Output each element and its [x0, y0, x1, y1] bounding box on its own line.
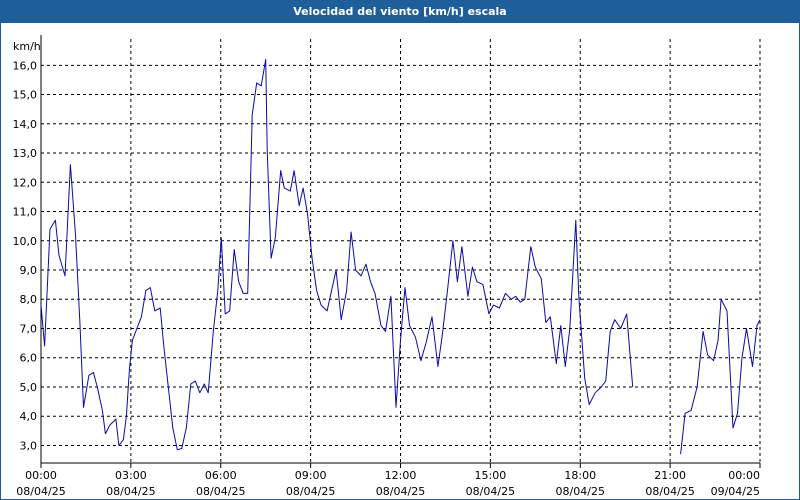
x-tick-date-label: 08/04/25: [286, 485, 335, 498]
y-tick-label: 11,0: [13, 206, 38, 219]
y-tick-label: 16,0: [13, 59, 38, 72]
y-tick-label: 4,0: [20, 410, 38, 423]
y-tick-label: 14,0: [13, 118, 38, 131]
x-tick-date-label: 08/04/25: [556, 485, 605, 498]
x-tick-date-label: 08/04/25: [376, 485, 425, 498]
y-tick-label: 8,0: [20, 293, 38, 306]
y-tick-label: 15,0: [13, 89, 38, 102]
y-tick-label: 13,0: [13, 147, 38, 160]
x-tick-date-label: 08/04/25: [466, 485, 515, 498]
x-tick-time-label: 09:00: [295, 469, 327, 482]
y-tick-label: 12,0: [13, 176, 38, 189]
x-tick-time-label: 00:00: [728, 469, 760, 482]
y-axis-unit-label: km/h: [13, 40, 41, 53]
x-tick-date-label: 08/04/25: [16, 485, 65, 498]
y-tick-label: 10,0: [13, 235, 38, 248]
wind-speed-chart: 3,0 4,0 5,0 6,0 7,0 8,0 9,0 10,0 11,0 12,0 13,0 14,…: [13, 35, 761, 498]
x-tick-time-label: 18:00: [564, 469, 596, 482]
y-tick-label: 5,0: [20, 381, 38, 394]
y-tick-label: 9,0: [20, 264, 38, 277]
wind-speed-line: [680, 298, 761, 455]
wind-speed-line: [40, 59, 634, 451]
x-tick-time-label: 12:00: [385, 469, 417, 482]
x-tick-time-label: 03:00: [115, 469, 147, 482]
y-tick-label: 3,0: [20, 439, 38, 452]
window-title: Velocidad del viento [km/h] escala: [1, 1, 799, 23]
x-tick-date-label: 08/04/25: [106, 485, 155, 498]
y-tick-label: 6,0: [20, 352, 38, 365]
chart-window: Velocidad del viento [km/h] escala 3,0 4,…: [0, 0, 800, 500]
chart-area: 3,0 4,0 5,0 6,0 7,0 8,0 9,0 10,0 11,0 12,0 13,0 14,…: [1, 23, 800, 500]
x-tick-time-label: 00:00: [25, 469, 57, 482]
y-tick-label: 7,0: [20, 322, 38, 335]
x-tick-time-label: 21:00: [654, 469, 686, 482]
x-tick-date-label: 08/04/25: [645, 485, 694, 498]
x-tick-time-label: 06:00: [205, 469, 237, 482]
x-tick-time-label: 15:00: [475, 469, 507, 482]
x-tick-date-label: 08/04/25: [196, 485, 245, 498]
x-tick-date-label: 09/04/25: [711, 485, 760, 498]
